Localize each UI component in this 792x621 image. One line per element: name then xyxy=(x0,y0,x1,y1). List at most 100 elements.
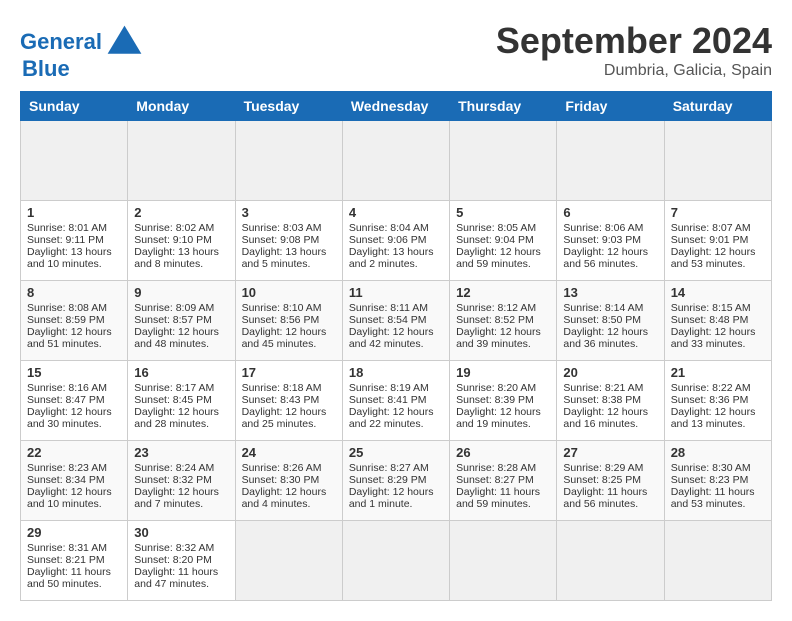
calendar-cell: 27Sunrise: 8:29 AMSunset: 8:25 PMDayligh… xyxy=(557,441,664,521)
month-title: September 2024 xyxy=(496,20,772,62)
page-header: General Blue September 2024 Dumbria, Gal… xyxy=(20,20,772,81)
daylight-label: Daylight: 12 hours and 36 minutes. xyxy=(563,326,657,350)
sunset-text: Sunset: 8:56 PM xyxy=(242,314,336,326)
sunset-text: Sunset: 9:08 PM xyxy=(242,234,336,246)
title-block: September 2024 Dumbria, Galicia, Spain xyxy=(496,20,772,80)
sunset-text: Sunset: 8:21 PM xyxy=(27,554,121,566)
calendar-cell xyxy=(342,521,449,601)
daylight-label: Daylight: 12 hours and 53 minutes. xyxy=(671,246,765,270)
sunset-text: Sunset: 8:47 PM xyxy=(27,394,121,406)
calendar-cell: 13Sunrise: 8:14 AMSunset: 8:50 PMDayligh… xyxy=(557,281,664,361)
calendar-cell: 3Sunrise: 8:03 AMSunset: 9:08 PMDaylight… xyxy=(235,201,342,281)
sunset-text: Sunset: 8:23 PM xyxy=(671,474,765,486)
calendar-cell: 29 Sunrise: 8:31 AMSunset: 8:21 PMDayligh… xyxy=(21,521,128,601)
calendar-cell: 2Sunrise: 8:02 AMSunset: 9:10 PMDaylight… xyxy=(128,201,235,281)
sunset-text: Sunset: 8:36 PM xyxy=(671,394,765,406)
sunrise-text: Sunrise: 8:04 AM xyxy=(349,222,443,234)
day-header-thursday: Thursday xyxy=(450,92,557,121)
sunrise-text: Sunrise: 8:21 AM xyxy=(563,382,657,394)
daylight-label: Daylight: 11 hours and 50 minutes. xyxy=(27,566,121,590)
sunset-text: Sunset: 8:43 PM xyxy=(242,394,336,406)
sunset-text: Sunset: 9:03 PM xyxy=(563,234,657,246)
day-header-friday: Friday xyxy=(557,92,664,121)
calendar-cell: 19Sunrise: 8:20 AMSunset: 8:39 PMDayligh… xyxy=(450,361,557,441)
sunrise-text: Sunrise: 8:18 AM xyxy=(242,382,336,394)
calendar-header-row: SundayMondayTuesdayWednesdayThursdayFrid… xyxy=(21,92,772,121)
sunset-text: Sunset: 9:06 PM xyxy=(349,234,443,246)
sunrise-text: Sunrise: 8:16 AM xyxy=(27,382,121,394)
calendar-cell: 30Sunrise: 8:32 AMSunset: 8:20 PMDayligh… xyxy=(128,521,235,601)
sunrise-text: Sunrise: 8:31 AM xyxy=(27,542,121,554)
calendar-cell xyxy=(235,521,342,601)
calendar-cell: 8Sunrise: 8:08 AMSunset: 8:59 PMDaylight… xyxy=(21,281,128,361)
calendar-cell xyxy=(664,121,771,201)
day-number: 28 xyxy=(671,445,765,460)
daylight-label: Daylight: 11 hours and 59 minutes. xyxy=(456,486,550,510)
calendar-cell: 26Sunrise: 8:28 AMSunset: 8:27 PMDayligh… xyxy=(450,441,557,521)
calendar-cell xyxy=(557,121,664,201)
calendar-cell: 21Sunrise: 8:22 AMSunset: 8:36 PMDayligh… xyxy=(664,361,771,441)
daylight-label: Daylight: 12 hours and 19 minutes. xyxy=(456,406,550,430)
sunset-text: Sunset: 8:54 PM xyxy=(349,314,443,326)
day-header-sunday: Sunday xyxy=(21,92,128,121)
logo: General Blue xyxy=(20,20,147,81)
sunset-text: Sunset: 8:48 PM xyxy=(671,314,765,326)
sunset-text: Sunset: 9:10 PM xyxy=(134,234,228,246)
sunrise-text: Sunrise: 8:10 AM xyxy=(242,302,336,314)
sunset-text: Sunset: 8:30 PM xyxy=(242,474,336,486)
sunset-text: Sunset: 8:27 PM xyxy=(456,474,550,486)
day-number: 8 xyxy=(27,285,121,300)
calendar-cell xyxy=(450,521,557,601)
daylight-label: Daylight: 12 hours and 56 minutes. xyxy=(563,246,657,270)
sunset-text: Sunset: 9:01 PM xyxy=(671,234,765,246)
calendar-cell: 22Sunrise: 8:23 AMSunset: 8:34 PMDayligh… xyxy=(21,441,128,521)
day-number: 10 xyxy=(242,285,336,300)
calendar-week-2: 8Sunrise: 8:08 AMSunset: 8:59 PMDaylight… xyxy=(21,281,772,361)
sunset-text: Sunset: 8:29 PM xyxy=(349,474,443,486)
calendar-cell: 10Sunrise: 8:10 AMSunset: 8:56 PMDayligh… xyxy=(235,281,342,361)
day-number: 16 xyxy=(134,365,228,380)
calendar-cell: 18Sunrise: 8:19 AMSunset: 8:41 PMDayligh… xyxy=(342,361,449,441)
day-number: 15 xyxy=(27,365,121,380)
calendar-cell: 25Sunrise: 8:27 AMSunset: 8:29 PMDayligh… xyxy=(342,441,449,521)
day-header-saturday: Saturday xyxy=(664,92,771,121)
day-number: 19 xyxy=(456,365,550,380)
calendar-cell: 16Sunrise: 8:17 AMSunset: 8:45 PMDayligh… xyxy=(128,361,235,441)
calendar-cell: 11Sunrise: 8:11 AMSunset: 8:54 PMDayligh… xyxy=(342,281,449,361)
sunrise-text: Sunrise: 8:08 AM xyxy=(27,302,121,314)
sunrise-text: Sunrise: 8:22 AM xyxy=(671,382,765,394)
sunrise-text: Sunrise: 8:15 AM xyxy=(671,302,765,314)
calendar-cell xyxy=(235,121,342,201)
sunrise-text: Sunrise: 8:11 AM xyxy=(349,302,443,314)
sunrise-text: Sunrise: 8:01 AM xyxy=(27,222,121,234)
calendar-cell: 17Sunrise: 8:18 AMSunset: 8:43 PMDayligh… xyxy=(235,361,342,441)
calendar-cell xyxy=(128,121,235,201)
calendar-cell xyxy=(664,521,771,601)
calendar-week-0 xyxy=(21,121,772,201)
day-header-tuesday: Tuesday xyxy=(235,92,342,121)
calendar-cell xyxy=(342,121,449,201)
day-number: 12 xyxy=(456,285,550,300)
daylight-label: Daylight: 12 hours and 13 minutes. xyxy=(671,406,765,430)
daylight-label: Daylight: 12 hours and 7 minutes. xyxy=(134,486,228,510)
calendar-cell: 7Sunrise: 8:07 AMSunset: 9:01 PMDaylight… xyxy=(664,201,771,281)
day-number: 3 xyxy=(242,205,336,220)
day-number: 4 xyxy=(349,205,443,220)
day-number: 27 xyxy=(563,445,657,460)
sunrise-text: Sunrise: 8:19 AM xyxy=(349,382,443,394)
sunset-text: Sunset: 9:11 PM xyxy=(27,234,121,246)
calendar-cell: 4Sunrise: 8:04 AMSunset: 9:06 PMDaylight… xyxy=(342,201,449,281)
daylight-label: Daylight: 12 hours and 22 minutes. xyxy=(349,406,443,430)
calendar-cell: 20Sunrise: 8:21 AMSunset: 8:38 PMDayligh… xyxy=(557,361,664,441)
calendar-cell: 15Sunrise: 8:16 AMSunset: 8:47 PMDayligh… xyxy=(21,361,128,441)
logo-blue: Blue xyxy=(20,57,70,81)
calendar-cell: 9Sunrise: 8:09 AMSunset: 8:57 PMDaylight… xyxy=(128,281,235,361)
day-number: 29 xyxy=(27,525,121,540)
day-number: 17 xyxy=(242,365,336,380)
calendar-cell: 1Sunrise: 8:01 AMSunset: 9:11 PMDaylight… xyxy=(21,201,128,281)
daylight-label: Daylight: 12 hours and 48 minutes. xyxy=(134,326,228,350)
sunrise-text: Sunrise: 8:12 AM xyxy=(456,302,550,314)
daylight-label: Daylight: 12 hours and 59 minutes. xyxy=(456,246,550,270)
day-number: 1 xyxy=(27,205,121,220)
calendar-cell: 6Sunrise: 8:06 AMSunset: 9:03 PMDaylight… xyxy=(557,201,664,281)
